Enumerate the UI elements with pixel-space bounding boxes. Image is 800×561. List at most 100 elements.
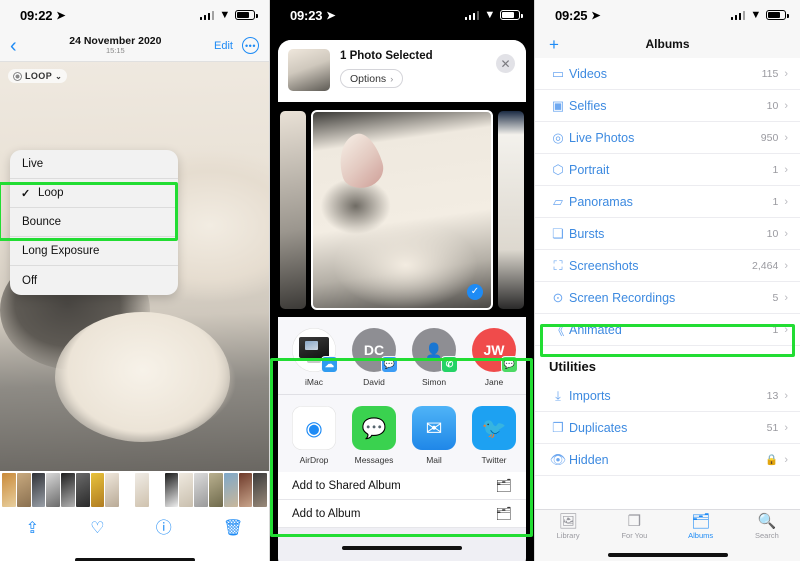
carousel-prev-thumb[interactable] [280, 110, 306, 309]
album-count: 2,464 [752, 259, 779, 272]
share-target-imac[interactable]: ☁ iMac [286, 328, 342, 387]
album-label: Imports [569, 388, 611, 403]
filmstrip-thumb[interactable] [46, 473, 61, 507]
action-add-to-shared-album[interactable]: Add to Shared Album 🗂 [278, 472, 526, 500]
share-app-mail[interactable]: ✉ Mail [406, 406, 462, 465]
filmstrip-thumb[interactable] [179, 473, 194, 507]
trash-icon[interactable]: 🗑 [223, 521, 243, 537]
chevron-right-icon: › [784, 453, 788, 466]
album-count: 1 [772, 163, 779, 176]
person-silhouette-icon: 👤 [425, 341, 443, 358]
photo-filmstrip[interactable] [0, 471, 269, 509]
filmstrip-thumb[interactable] [208, 473, 223, 507]
dropdown-label: Bounce [22, 216, 62, 228]
panel-albums: 09:25 ➤ ▼ + Albums ▭ Videos 115 › ▣ Self… [535, 0, 800, 561]
heart-icon[interactable]: ♡ [90, 521, 104, 537]
album-row-duplicates[interactable]: ❐ Duplicates 51 › [535, 412, 800, 444]
wifi-icon: ▼ [750, 8, 761, 21]
ellipsis-icon[interactable]: ••• [242, 37, 259, 54]
edit-button[interactable]: Edit [214, 40, 233, 52]
share-app-airdrop[interactable]: ◉ AirDrop [286, 406, 342, 465]
share-app-label: Mail [426, 455, 442, 465]
photo-date-header: 24 November 2020 15:15 [69, 36, 161, 55]
status-bar: 09:23 ➤ ▼ [270, 0, 534, 30]
filmstrip-thumb[interactable] [253, 473, 268, 507]
album-count: 13 [766, 389, 779, 402]
close-icon[interactable]: ✕ [496, 54, 515, 73]
share-target-jane[interactable]: JW 💬 Jane [466, 328, 522, 387]
live-mode-dropdown[interactable]: Live ✓ Loop Bounce Long Exposure Off [10, 150, 178, 295]
tab-library[interactable]: 🖼 Library [535, 510, 601, 544]
avatar: JW 💬 [472, 328, 518, 373]
dropdown-label: Live [22, 158, 44, 170]
album-row-panoramas[interactable]: ▱ Panoramas 1 › [535, 186, 800, 218]
selected-check-badge[interactable]: ✓ [467, 283, 483, 300]
dropdown-label: Long Exposure [22, 245, 100, 257]
carousel-next-thumb[interactable] [498, 110, 524, 309]
share-icon[interactable]: ⇪ [26, 521, 39, 537]
dropdown-item-bounce[interactable]: Bounce [10, 208, 178, 237]
share-target-david[interactable]: DC 💬 David [346, 328, 402, 387]
album-row-bursts[interactable]: ❏ Bursts 10 › [535, 218, 800, 250]
chevron-right-icon: › [784, 67, 788, 80]
dropdown-item-live[interactable]: Live [10, 150, 178, 179]
album-row-screen-recordings[interactable]: ⊙ Screen Recordings 5 › [535, 282, 800, 314]
filmstrip-thumb[interactable] [105, 473, 120, 507]
filmstrip-thumb[interactable] [223, 473, 238, 507]
filmstrip-thumb[interactable] [61, 473, 75, 507]
info-icon[interactable]: ⓘ [156, 521, 172, 537]
album-row-imports[interactable]: ⤓ Imports 13 › [535, 380, 800, 412]
share-people-row: ☁ iMac DC 💬 David 👤 ✆ Simon JW 💬 Jane [278, 317, 526, 395]
album-row-hidden[interactable]: 👁 Hidden 🔒 › [535, 444, 800, 476]
album-count: 1 [772, 323, 779, 336]
action-label: Add to Shared Album [292, 479, 401, 492]
dropdown-item-off[interactable]: Off [10, 266, 178, 295]
filmstrip-thumb[interactable] [90, 473, 105, 507]
album-row-screenshots[interactable]: ⛶ Screenshots 2,464 › [535, 250, 800, 282]
dropdown-item-loop[interactable]: ✓ Loop [10, 179, 178, 208]
filmstrip-thumb[interactable] [2, 473, 16, 507]
chevron-left-icon[interactable]: ‹ [10, 36, 17, 56]
share-app-twitter[interactable]: 🐦 Twitter [466, 406, 522, 465]
messages-icon: 💬 [352, 406, 396, 450]
album-row-animated[interactable]: 《 Animated 1 › [535, 314, 800, 346]
mail-icon: ✉ [412, 406, 456, 450]
album-count: 1 [772, 195, 779, 208]
share-app-messages[interactable]: 💬 Messages [346, 406, 402, 465]
burst-icon: ❏ [552, 225, 564, 241]
cat-face-shape [55, 312, 230, 442]
dropdown-item-long-exposure[interactable]: Long Exposure [10, 237, 178, 266]
cat-ear-shape [332, 128, 388, 193]
filmstrip-thumb[interactable] [238, 473, 253, 507]
action-add-to-album[interactable]: Add to Album 🗂 [278, 500, 526, 528]
carousel-selected-photo[interactable]: ✓ [311, 109, 493, 310]
tab-albums[interactable]: 🗂 Albums [668, 510, 734, 544]
share-sheet: 1 Photo Selected Options › ✕ ✓ ☁ iMac DC… [278, 40, 526, 561]
share-target-simon[interactable]: 👤 ✆ Simon [406, 328, 462, 387]
filmstrip-thumb[interactable] [16, 473, 31, 507]
album-label: Hidden [569, 452, 609, 467]
filmstrip-thumb[interactable] [75, 473, 90, 507]
album-row-live-photos[interactable]: ◎ Live Photos 950 › [535, 122, 800, 154]
options-button[interactable]: Options › [340, 69, 404, 88]
tab-for-you[interactable]: ❒ For You [601, 510, 667, 544]
filmstrip-gap [149, 473, 164, 507]
live-photo-mode-badge[interactable]: LOOP ⌄ [8, 69, 68, 83]
album-label: Portrait [569, 162, 610, 177]
tab-label: Search [754, 531, 779, 540]
filmstrip-thumb[interactable] [31, 473, 46, 507]
twitter-icon: 🐦 [472, 406, 516, 450]
album-row-portrait[interactable]: ⬡ Portrait 1 › [535, 154, 800, 186]
selected-photo-thumbnail [288, 49, 330, 91]
airdrop-badge-icon: ☁ [321, 356, 338, 373]
filmstrip-thumb[interactable] [194, 473, 208, 507]
album-row-selfies[interactable]: ▣ Selfies 10 › [535, 90, 800, 122]
album-row-videos[interactable]: ▭ Videos 115 › [535, 58, 800, 90]
filmstrip-thumb[interactable] [135, 473, 149, 507]
photo-nav-bar: ‹ 24 November 2020 15:15 Edit ••• [0, 30, 269, 62]
photo-carousel[interactable]: ✓ [278, 102, 526, 317]
filmstrip-thumb[interactable] [164, 473, 179, 507]
tab-search[interactable]: 🔍 Search [734, 510, 800, 544]
location-arrow-icon: ➤ [56, 9, 66, 22]
import-icon: ⤓ [555, 387, 561, 403]
